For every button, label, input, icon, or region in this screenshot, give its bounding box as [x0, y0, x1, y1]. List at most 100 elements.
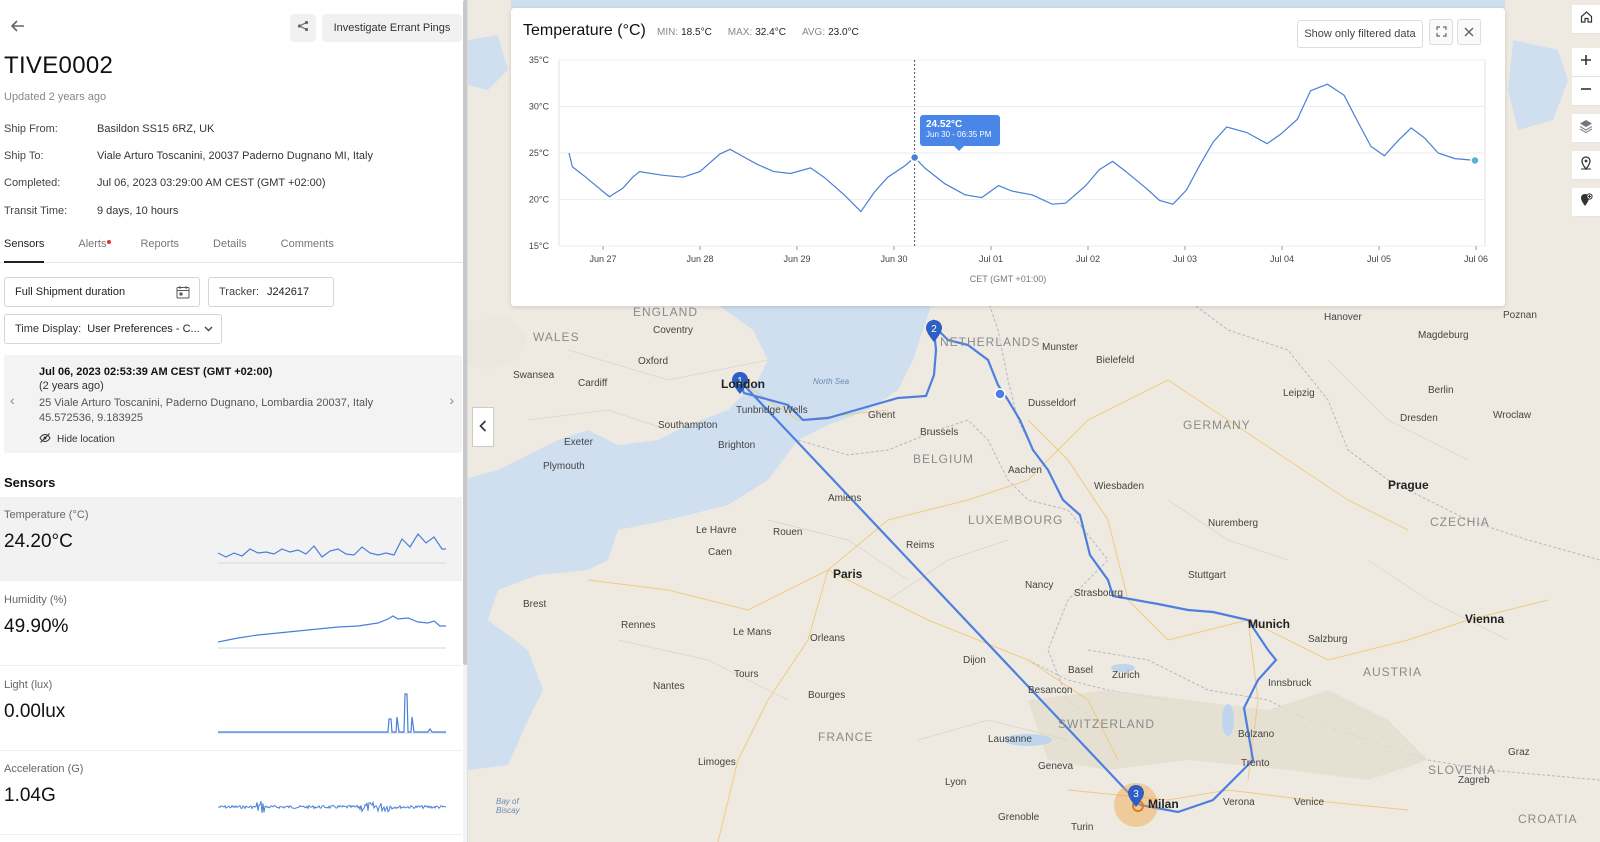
- x-tick-label: Jul 05: [1367, 254, 1391, 264]
- location-card: ‹ Jul 06, 2023 02:53:39 AM CEST (GMT +02…: [4, 355, 462, 453]
- city-dresden: Dresden: [1400, 413, 1438, 424]
- city-leipzig-alt: Leipzig: [1283, 388, 1315, 399]
- city-poznan: Poznan: [1503, 310, 1537, 321]
- city-plymouth: Plymouth: [543, 461, 585, 472]
- duration-select[interactable]: Full Shipment duration: [4, 277, 200, 307]
- country-switzerland: SWITZERLAND: [1058, 717, 1156, 731]
- tab-alerts[interactable]: Alerts: [78, 233, 112, 263]
- city-ghent: Ghent: [868, 410, 896, 421]
- city-aachen: Aachen: [1008, 465, 1042, 476]
- temperature-sparkline: [218, 532, 446, 564]
- country-wales: WALES: [533, 330, 580, 344]
- x-tick-label: Jul 04: [1270, 254, 1294, 264]
- map-view[interactable]: 1 2 3 ENGLAND WALES NETHERLANDS BELGIUM …: [468, 0, 1600, 842]
- next-location-button[interactable]: ›: [449, 392, 454, 408]
- location-pin-button[interactable]: [1572, 151, 1600, 180]
- zoom-in-icon: [1580, 53, 1592, 71]
- shipment-panel: Investigate Errant Pings TIVE0002 Update…: [0, 0, 468, 842]
- country-austria: AUSTRIA: [1363, 665, 1423, 679]
- city-geneva: Graz: [1508, 747, 1530, 758]
- x-tick-label: Jun 30: [880, 254, 907, 264]
- location-pin-icon: [1580, 155, 1592, 175]
- city-venice: Venice: [1294, 797, 1325, 808]
- y-tick-label: 15°C: [529, 241, 550, 251]
- city-limoges: Limoges: [698, 757, 736, 768]
- shipment-title: TIVE0002: [4, 52, 114, 79]
- city-salzburg: Salzburg: [1308, 634, 1348, 645]
- city-basel: Basel: [1068, 665, 1094, 676]
- location-date: Jul 06, 2023 02:53:39 AM CEST (GMT +02:0…: [39, 366, 273, 378]
- city-besancon: Besancon: [1028, 685, 1073, 696]
- tooltip-value: 24.52°C: [926, 119, 963, 130]
- y-tick-label: 20°C: [529, 195, 550, 205]
- temperature-chart[interactable]: 15°C 20°C 25°C 30°C 35°C Jun 27 Jun 28 Jun 29 Ju…: [511, 8, 1505, 306]
- city-turin: Turin: [1071, 822, 1094, 833]
- transit-time-value: 9 days, 10 hours: [97, 205, 179, 217]
- x-tick-label: Jul 02: [1076, 254, 1100, 264]
- y-tick-label: 30°C: [529, 102, 550, 112]
- sensor-value: 1.04G: [4, 785, 56, 806]
- x-tick-label: Jul 01: [979, 254, 1003, 264]
- y-tick-label: 25°C: [529, 148, 550, 158]
- tab-comments[interactable]: Comments: [281, 233, 334, 263]
- sensors-heading: Sensors: [4, 475, 56, 490]
- x-tick-label: Jun 28: [686, 254, 713, 264]
- stop-2-number: 2: [931, 324, 937, 335]
- city-innsbruck: Innsbruck: [1268, 678, 1312, 689]
- panel-toolbar: Investigate Errant Pings: [0, 14, 467, 44]
- country-england: ENGLAND: [633, 305, 699, 319]
- city-brussels: Brussels: [920, 427, 959, 438]
- sensor-humidity[interactable]: Humidity (%) 49.90%: [0, 582, 462, 666]
- city-geneva-region: Geneva: [1038, 761, 1074, 772]
- sensor-acceleration[interactable]: Acceleration (G) 1.04G: [0, 751, 462, 835]
- home-icon: [1580, 10, 1593, 28]
- home-button[interactable]: [1572, 5, 1600, 34]
- sensor-label: Light (lux): [4, 679, 53, 691]
- city-caen: Caen: [708, 547, 732, 558]
- investigate-errant-pings-button[interactable]: Investigate Errant Pings: [322, 14, 462, 42]
- humidity-sparkline: [218, 615, 446, 649]
- city-grenoble: Grenoble: [998, 812, 1040, 823]
- city-munster: Munster: [1042, 342, 1079, 353]
- collapse-panel-button[interactable]: [472, 407, 494, 447]
- city-tours: Tours: [734, 669, 759, 680]
- city-oxford: Oxford: [638, 356, 669, 367]
- tab-details[interactable]: Details: [213, 233, 247, 263]
- city-bielefeld: Bielefeld: [1096, 355, 1135, 366]
- hide-location-button[interactable]: Hide location: [39, 433, 115, 446]
- tracker-field[interactable]: Tracker: J242617: [208, 277, 334, 307]
- duration-value: Full Shipment duration: [15, 286, 126, 298]
- x-tick-label: Jun 27: [589, 254, 616, 264]
- back-button[interactable]: [6, 16, 30, 40]
- city-zurich: Zurich: [1112, 670, 1140, 681]
- sensor-light[interactable]: Light (lux) 0.00lux: [0, 667, 462, 751]
- completed-value: Jul 06, 2023 03:29:00 AM CEST (GMT +02:0…: [97, 177, 326, 189]
- tab-reports[interactable]: Reports: [140, 233, 179, 263]
- pin-add-button[interactable]: [1572, 188, 1600, 217]
- city-tunbridge-wells: Tunbridge Wells: [736, 405, 808, 416]
- sensor-temperature[interactable]: Temperature (°C) 24.20°C: [0, 497, 462, 581]
- detail-tabs: Sensors Alerts Reports Details Comments: [0, 233, 462, 263]
- ship-from-row: Ship From: Basildon SS15 6RZ, UK: [4, 123, 214, 135]
- city-prague: Prague: [1388, 478, 1429, 492]
- tracker-label: Tracker:: [219, 286, 259, 298]
- location-address: 25 Viale Arturo Toscanini, Paderno Dugna…: [39, 397, 374, 409]
- completed-row: Completed: Jul 06, 2023 03:29:00 AM CEST…: [4, 177, 326, 189]
- prev-location-button[interactable]: ‹: [10, 392, 15, 408]
- city-coventry: Coventry: [653, 325, 694, 336]
- city-bolzano: Bolzano: [1238, 729, 1275, 740]
- tab-sensors[interactable]: Sensors: [4, 233, 45, 263]
- current-ping-marker[interactable]: [994, 388, 1006, 400]
- x-tick-label: Jun 29: [783, 254, 810, 264]
- city-london: London: [721, 377, 765, 391]
- acceleration-sparkline: [218, 800, 447, 814]
- share-button[interactable]: [290, 14, 316, 42]
- city-zagreb: Zagreb: [1458, 775, 1490, 786]
- zoom-out-button[interactable]: [1572, 77, 1600, 106]
- city-magdeburg: Magdeburg: [1418, 330, 1469, 341]
- layers-button[interactable]: [1572, 114, 1600, 143]
- time-display-select[interactable]: Time Display: User Preferences - C...: [4, 314, 222, 344]
- time-display-value: User Preferences - C...: [87, 323, 200, 335]
- completed-label: Completed:: [4, 177, 61, 189]
- zoom-in-button[interactable]: [1572, 48, 1600, 77]
